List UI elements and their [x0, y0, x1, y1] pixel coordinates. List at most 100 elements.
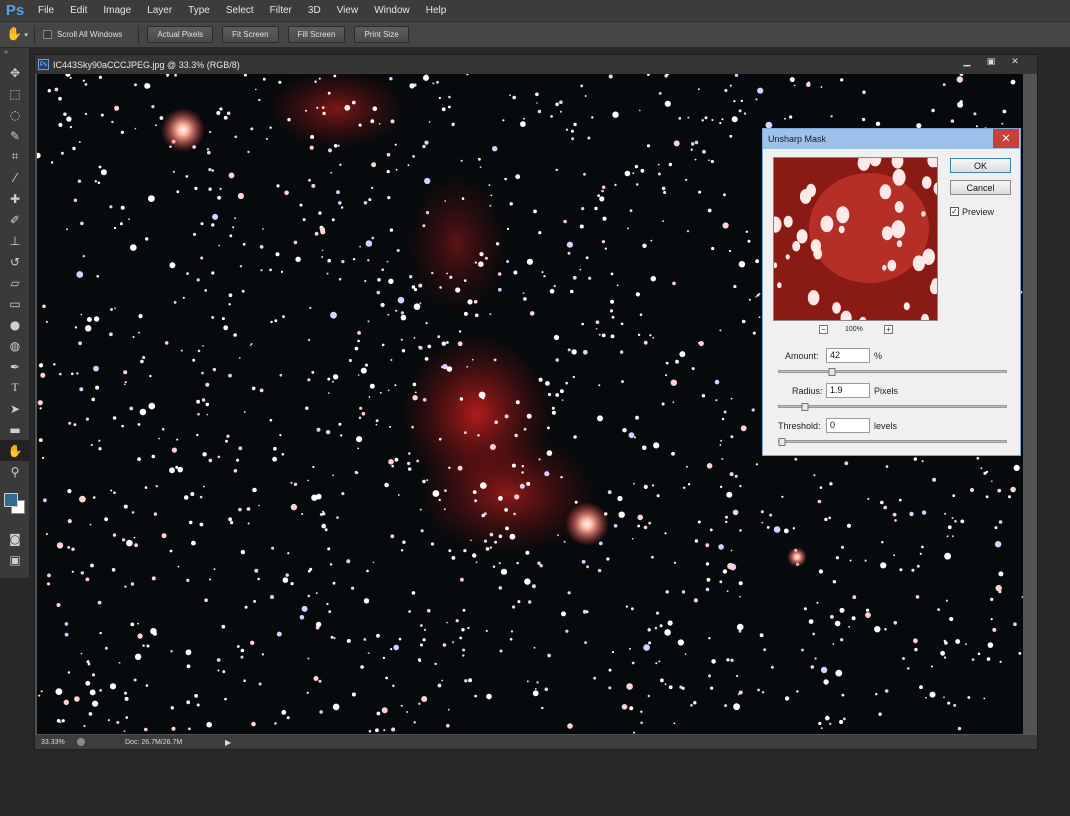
history-brush-icon[interactable]: ↺: [0, 251, 30, 272]
menu-image[interactable]: Image: [95, 0, 139, 21]
gradient-tool-icon[interactable]: ▭: [0, 293, 30, 314]
radius-field[interactable]: 1.9: [826, 383, 870, 398]
star: [355, 471, 359, 475]
star: [955, 639, 961, 644]
star: [730, 397, 733, 400]
menu-window[interactable]: Window: [366, 0, 418, 21]
star: [581, 559, 586, 564]
fill-screen-button[interactable]: Fill Screen: [287, 26, 346, 43]
crop-tool-icon[interactable]: ⌗: [0, 146, 30, 167]
menu-select[interactable]: Select: [218, 0, 262, 21]
marquee-tool-icon[interactable]: ⬚: [0, 83, 30, 104]
star: [80, 652, 83, 655]
preview-star: [838, 225, 845, 234]
move-tool-icon[interactable]: ✥: [0, 62, 30, 83]
status-menu-arrow-icon[interactable]: ▶: [225, 738, 231, 747]
threshold-slider-handle[interactable]: [778, 438, 786, 446]
cancel-button[interactable]: Cancel: [950, 180, 1011, 195]
menu-filter[interactable]: Filter: [262, 0, 300, 21]
radius-slider-track[interactable]: [778, 405, 1007, 408]
star: [648, 641, 652, 645]
star: [269, 126, 272, 129]
type-tool-icon[interactable]: T: [0, 377, 30, 398]
healing-tool-icon[interactable]: ✚: [0, 188, 30, 209]
zoom-readout[interactable]: 33.33%: [41, 739, 77, 746]
menu-view[interactable]: View: [329, 0, 367, 21]
menu-3d[interactable]: 3D: [300, 0, 329, 21]
brush-tool-icon[interactable]: ✐: [0, 209, 30, 230]
star: [69, 76, 72, 79]
collapse-icon[interactable]: »: [0, 48, 29, 62]
color-swatches[interactable]: [0, 482, 29, 528]
radius-slider-handle[interactable]: [801, 403, 808, 411]
ok-button[interactable]: OK: [950, 158, 1011, 173]
star: [818, 721, 822, 726]
maximize-icon[interactable]: ▣: [979, 55, 1003, 69]
menu-layer[interactable]: Layer: [139, 0, 180, 21]
fit-screen-button[interactable]: Fit Screen: [222, 26, 279, 43]
star: [262, 228, 264, 230]
star: [757, 87, 764, 94]
star: [849, 559, 852, 562]
lasso-tool-icon[interactable]: ◌: [0, 104, 30, 125]
threshold-field[interactable]: 0: [826, 418, 870, 433]
star: [513, 270, 518, 275]
amount-slider-track[interactable]: [778, 370, 1007, 373]
quick-select-tool-icon[interactable]: ✎: [0, 125, 30, 146]
menu-edit[interactable]: Edit: [62, 0, 95, 21]
eyedropper-tool-icon[interactable]: ⁄: [0, 167, 30, 188]
star: [364, 279, 367, 283]
pen-tool-icon[interactable]: ✒: [0, 356, 30, 377]
star: [985, 470, 989, 474]
scroll-all-checkbox[interactable]: [43, 30, 52, 39]
quick-mask-icon[interactable]: ◙: [0, 528, 30, 549]
star: [783, 528, 789, 534]
star: [327, 377, 331, 381]
close-icon[interactable]: ✕: [1003, 55, 1027, 69]
document-tab[interactable]: Ps IC443Sky90aCCCJPEG.jpg @ 33.3% (RGB/8…: [35, 55, 1037, 74]
zoom-out-icon[interactable]: −: [819, 325, 828, 334]
shape-tool-icon[interactable]: ▬: [0, 419, 30, 440]
star: [172, 170, 175, 173]
path-select-tool-icon[interactable]: ➤: [0, 398, 30, 419]
hand-tool-icon[interactable]: ✋: [0, 440, 30, 461]
star: [82, 79, 85, 82]
star: [710, 686, 714, 690]
star: [587, 136, 591, 140]
menu-help[interactable]: Help: [418, 0, 455, 21]
hand-tool-preset-icon[interactable]: ✋ ▾: [0, 27, 34, 42]
preview-checkbox[interactable]: ✓: [950, 207, 959, 216]
threshold-slider-track[interactable]: [778, 440, 1007, 443]
star: [483, 539, 488, 543]
preview-thumbnail[interactable]: [773, 157, 938, 321]
star: [85, 680, 91, 686]
dialog-close-icon[interactable]: ✕: [993, 129, 1019, 148]
menu-file[interactable]: File: [30, 0, 62, 21]
foreground-color-swatch[interactable]: [4, 493, 18, 507]
star: [555, 393, 560, 397]
star: [514, 433, 518, 438]
star: [555, 168, 558, 172]
blur-tool-icon[interactable]: ●: [0, 314, 30, 335]
stamp-tool-icon[interactable]: ⊥: [0, 230, 30, 251]
star: [633, 731, 635, 734]
screen-mode-icon[interactable]: ▣: [0, 549, 30, 570]
eraser-tool-icon[interactable]: ▱: [0, 272, 30, 293]
star: [509, 202, 513, 206]
zoom-tool-icon[interactable]: ⚲: [0, 461, 30, 482]
actual-pixels-button[interactable]: Actual Pixels: [147, 26, 214, 43]
star: [314, 80, 317, 83]
amount-field[interactable]: 42: [826, 348, 870, 363]
menu-type[interactable]: Type: [180, 0, 218, 21]
amount-slider-handle[interactable]: [828, 368, 835, 376]
star: [444, 200, 447, 202]
print-size-button[interactable]: Print Size: [354, 26, 409, 43]
threshold-unit: levels: [874, 421, 898, 431]
dodge-tool-icon[interactable]: ◍: [0, 335, 30, 356]
zoom-in-icon[interactable]: +: [884, 325, 893, 334]
dialog-titlebar[interactable]: Unsharp Mask: [763, 129, 1020, 149]
star: [864, 559, 867, 562]
status-info-icon[interactable]: [77, 738, 85, 746]
star: [883, 505, 887, 510]
minimize-icon[interactable]: ▁: [955, 55, 979, 69]
